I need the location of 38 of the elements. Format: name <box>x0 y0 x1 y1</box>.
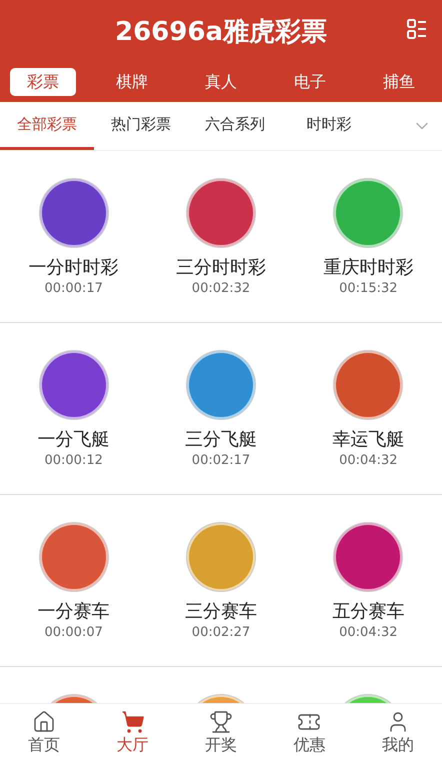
game-name: 一分赛车 <box>38 600 110 623</box>
lottery-tab[interactable]: 时时彩 <box>282 102 376 150</box>
game-name: 三分时时彩 <box>176 256 266 279</box>
countdown-time: 00:00:17 <box>44 281 103 296</box>
game-name: 一分时时彩 <box>28 256 119 279</box>
category-tab[interactable]: 棋牌 <box>99 68 165 96</box>
menu-button[interactable] <box>406 18 428 40</box>
nav-item[interactable]: 首页 <box>0 704 88 761</box>
lottery-tab[interactable]: 热门彩票 <box>94 102 188 150</box>
game-name: 五分赛车 <box>332 600 404 623</box>
countdown-time: 00:04:32 <box>339 453 398 468</box>
countdown-time: 00:04:32 <box>339 625 398 640</box>
game-name: 一分飞艇 <box>38 428 110 451</box>
category-tab[interactable]: 电子 <box>277 68 343 96</box>
countdown-time: 00:02:17 <box>192 453 250 468</box>
nav-item[interactable]: 大厅 <box>88 704 177 761</box>
game-name: 幸运飞艇 <box>332 428 404 451</box>
nav-item[interactable]: 我的 <box>354 704 442 761</box>
home-icon <box>32 710 56 734</box>
lottery-tab[interactable]: 六合系列 <box>188 102 282 150</box>
app-title: 26696a雅虎彩票 <box>115 16 327 48</box>
category-tab[interactable]: 捕鱼 <box>366 68 432 96</box>
category-tab[interactable]: 彩票 <box>10 68 76 96</box>
nav-item[interactable]: 优惠 <box>265 704 354 761</box>
trophy-icon <box>209 710 234 734</box>
game-name: 三分飞艇 <box>184 428 257 451</box>
countdown-time: 00:00:12 <box>44 453 103 468</box>
nav-item[interactable]: 开奖 <box>176 704 266 761</box>
lottery-tab[interactable]: 全部彩票 <box>0 102 94 150</box>
menu-icon <box>406 18 428 40</box>
countdown-time: 00:02:27 <box>192 625 250 640</box>
game-name: 三分赛车 <box>184 600 257 623</box>
countdown-time: 00:15:32 <box>339 281 398 296</box>
category-tab[interactable]: 真人 <box>188 68 254 96</box>
countdown-time: 00:00:07 <box>44 625 103 640</box>
countdown-time: 00:02:32 <box>192 281 250 296</box>
game-name: 重庆时时彩 <box>323 256 414 279</box>
cart-icon <box>120 710 145 734</box>
